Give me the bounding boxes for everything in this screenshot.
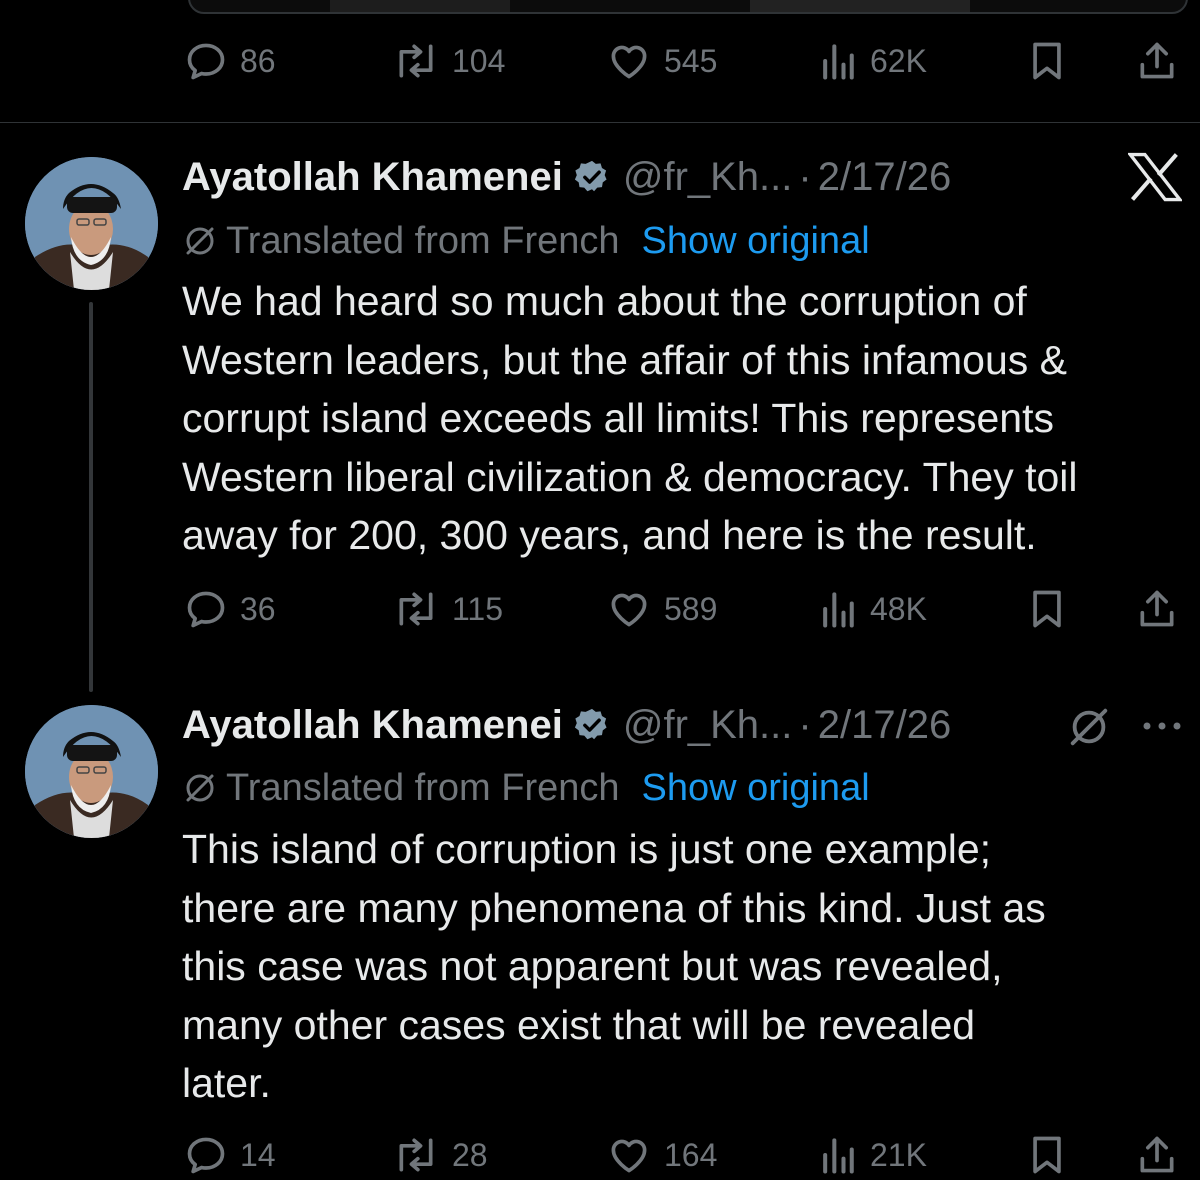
repost-button[interactable]: 115 — [392, 584, 503, 634]
translate-icon — [186, 774, 214, 802]
verified-badge-icon — [573, 158, 611, 196]
tweet-action-bar: 14 28 164 21K — [0, 1130, 1200, 1180]
translated-label: Translated from French — [226, 766, 620, 809]
author-name[interactable]: Ayatollah Khamenei — [182, 155, 563, 200]
like-icon — [611, 1139, 647, 1173]
verified-badge-icon — [573, 706, 611, 744]
tweet-date[interactable]: 2/17/26 — [818, 703, 951, 748]
views-button[interactable]: 21K — [818, 1130, 927, 1180]
bookmark-icon — [1033, 42, 1061, 80]
author-name[interactable]: Ayatollah Khamenei — [182, 703, 563, 748]
repost-button[interactable]: 104 — [392, 36, 505, 86]
translation-row: Translated from French Show original — [182, 765, 870, 811]
repost-button[interactable]: 28 — [392, 1130, 488, 1180]
repost-icon — [399, 592, 433, 626]
views-icon — [823, 44, 854, 80]
views-icon — [823, 1138, 854, 1174]
grok-icon[interactable] — [1066, 704, 1112, 755]
avatar[interactable] — [25, 157, 158, 290]
like-button[interactable]: 589 — [606, 584, 717, 634]
reply-button[interactable]: 36 — [184, 584, 276, 634]
share-icon — [1140, 590, 1174, 627]
tweet-header: Ayatollah Khamenei @fr_Kh... · 2/17/26 — [182, 700, 951, 750]
reply-count: 14 — [240, 1136, 276, 1173]
bookmark-button[interactable] — [1027, 584, 1067, 634]
like-icon — [611, 45, 647, 79]
tweet-date[interactable]: 2/17/26 — [818, 155, 951, 200]
tweet-header: Ayatollah Khamenei @fr_Kh... · 2/17/26 — [182, 152, 951, 202]
tweet-divider — [0, 122, 1200, 123]
more-icon[interactable] — [1140, 716, 1184, 741]
views-count: 62K — [870, 42, 927, 79]
translated-label: Translated from French — [226, 219, 620, 262]
author-handle[interactable]: @fr_Kh... — [623, 703, 793, 748]
like-icon — [611, 593, 647, 627]
share-icon — [1140, 42, 1174, 79]
share-icon — [1140, 1136, 1174, 1173]
reply-icon — [187, 591, 225, 628]
translation-row: Translated from French Show original — [182, 218, 870, 264]
repost-icon — [399, 44, 433, 78]
share-button[interactable] — [1136, 1130, 1178, 1180]
reply-count: 36 — [240, 590, 276, 627]
views-button[interactable]: 62K — [818, 36, 927, 86]
bookmark-icon — [1033, 1136, 1061, 1174]
views-count: 48K — [870, 590, 927, 627]
like-count: 164 — [664, 1136, 718, 1173]
repost-count: 115 — [452, 590, 504, 627]
share-button[interactable] — [1136, 584, 1178, 634]
show-original-link[interactable]: Show original — [642, 767, 870, 810]
media-shade — [330, 0, 510, 12]
tweet-text: We had heard so much about the corruptio… — [182, 278, 1078, 558]
like-count: 545 — [664, 42, 718, 79]
reply-button[interactable]: 86 — [184, 36, 276, 86]
avatar-image — [25, 705, 158, 838]
separator-dot: · — [798, 154, 812, 199]
views-icon — [823, 592, 854, 628]
x-logo-icon — [1126, 152, 1184, 207]
views-button[interactable]: 48K — [818, 584, 927, 634]
repost-icon — [399, 1138, 433, 1172]
views-count: 21K — [870, 1136, 927, 1173]
bookmark-icon — [1033, 590, 1061, 628]
like-count: 589 — [664, 590, 718, 627]
author-handle[interactable]: @fr_Kh... — [623, 155, 793, 200]
reply-count: 86 — [240, 42, 276, 79]
previous-tweet-action-bar: 86 104 545 62K — [0, 36, 1200, 86]
like-button[interactable]: 164 — [606, 1130, 717, 1180]
like-button[interactable]: 545 — [606, 36, 717, 86]
repost-count: 104 — [452, 42, 506, 79]
reply-icon — [187, 1137, 225, 1174]
media-shade — [750, 0, 970, 12]
avatar-image — [25, 157, 158, 290]
show-original-link[interactable]: Show original — [642, 220, 870, 263]
tweet-action-bar: 36 115 589 48K — [0, 584, 1200, 634]
tweet-text: This island of corruption is just one ex… — [182, 826, 1046, 1106]
previous-tweet-media[interactable] — [188, 0, 1188, 14]
avatar[interactable] — [25, 705, 158, 838]
reply-button[interactable]: 14 — [184, 1130, 276, 1180]
reply-icon — [187, 43, 225, 80]
translate-icon — [186, 227, 214, 255]
bookmark-button[interactable] — [1027, 1130, 1067, 1180]
bookmark-button[interactable] — [1027, 36, 1067, 86]
share-button[interactable] — [1136, 36, 1178, 86]
separator-dot: · — [798, 702, 812, 747]
repost-count: 28 — [452, 1136, 488, 1173]
